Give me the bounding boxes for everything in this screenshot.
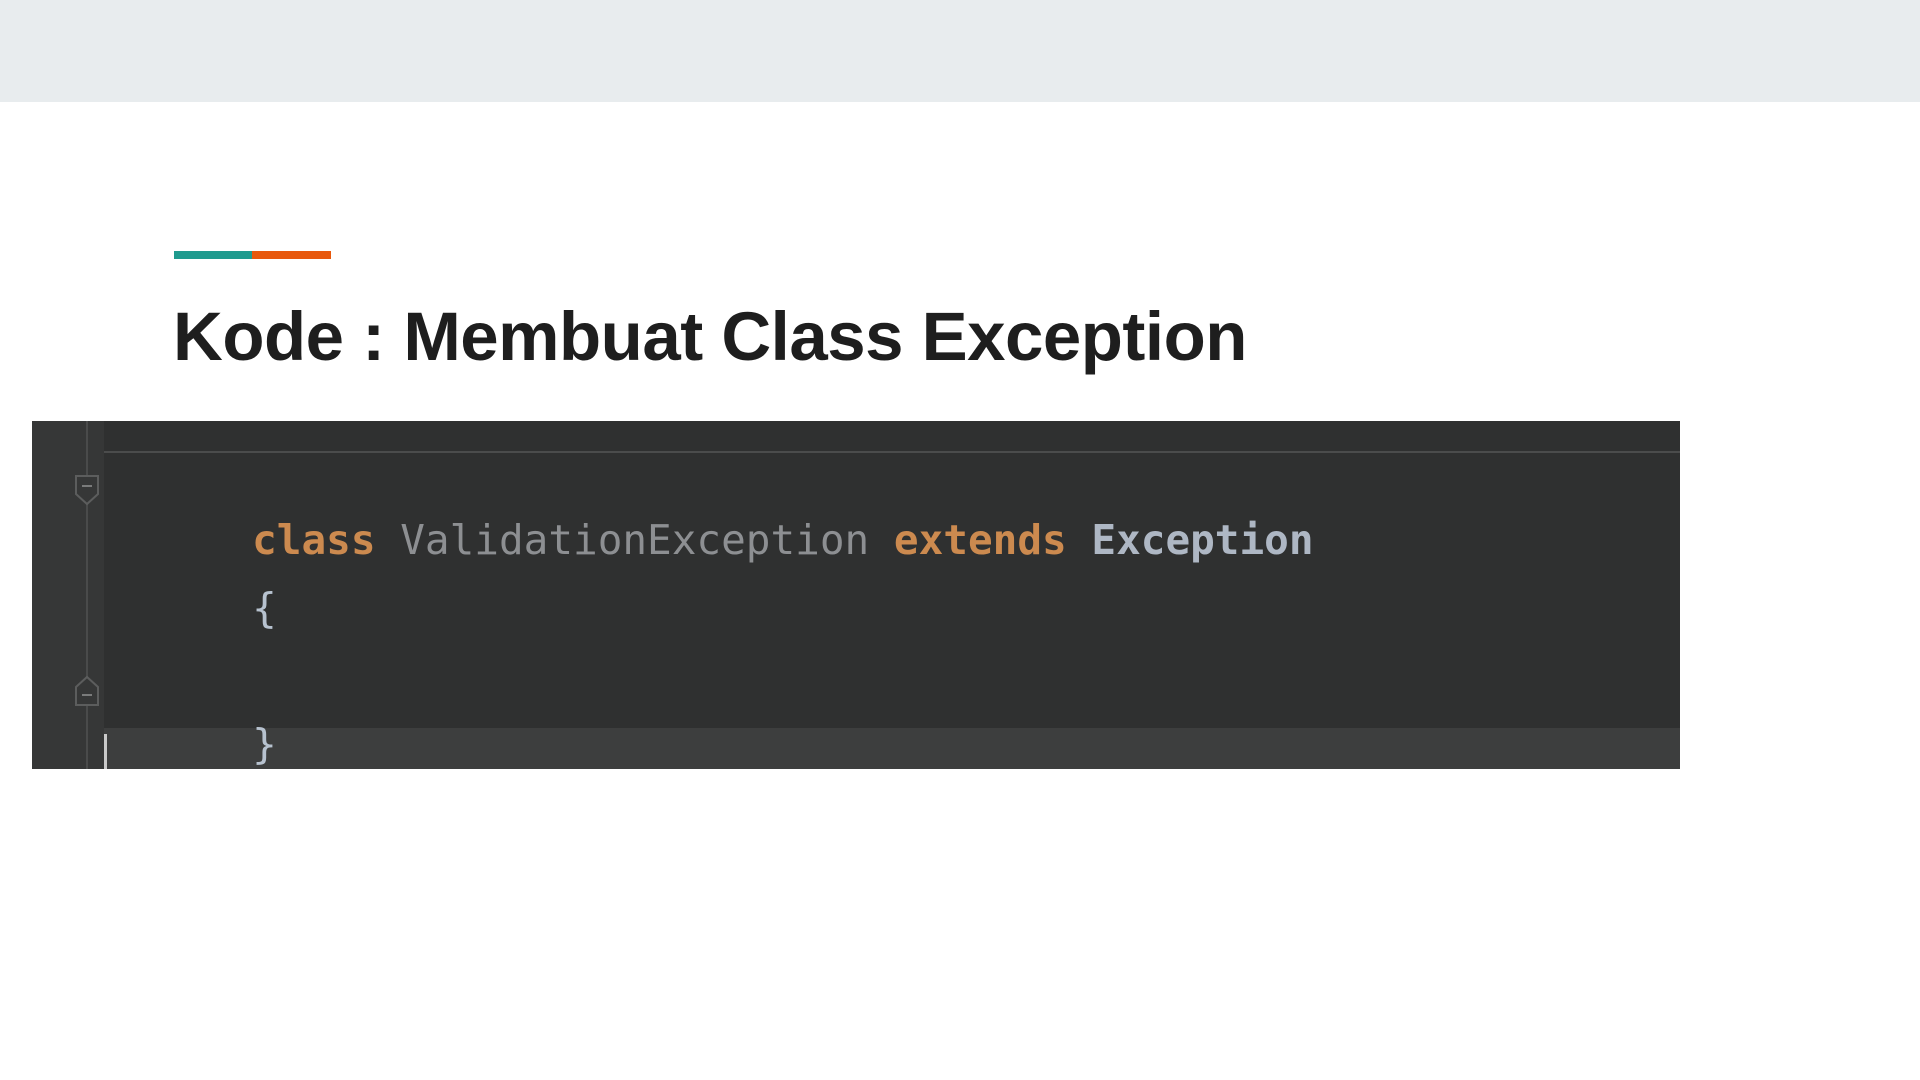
accent-orange-segment (252, 251, 331, 259)
close-brace: } (252, 720, 277, 768)
code-editor-screenshot: class ValidationException extends Except… (32, 421, 1680, 769)
fold-close-icon[interactable] (74, 675, 100, 707)
code-line-1[interactable]: class ValidationException extends Except… (104, 465, 1314, 615)
slide-header-band (0, 0, 1920, 102)
keyword-extends: extends (893, 516, 1067, 564)
code-line-2[interactable]: { (104, 533, 277, 683)
slide: Kode : Membuat Class Exception class Val… (0, 0, 1920, 1080)
parent-type-token: Exception (1091, 516, 1314, 564)
editor-top-rule (104, 451, 1680, 453)
code-line-4[interactable]: } (104, 669, 277, 769)
open-brace: { (252, 584, 277, 632)
title-accent-bar (174, 251, 331, 259)
slide-title: Kode : Membuat Class Exception (173, 298, 1247, 375)
class-name-token: ValidationException (400, 516, 870, 564)
accent-teal-segment (174, 251, 252, 259)
fold-open-icon[interactable] (74, 474, 100, 506)
current-line-highlight (104, 728, 1680, 769)
